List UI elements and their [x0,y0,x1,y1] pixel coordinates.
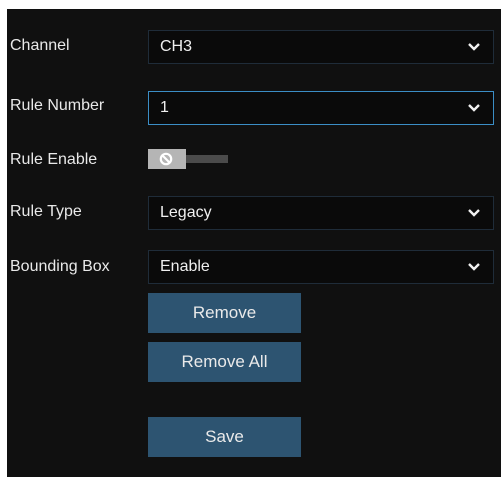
rule-type-value: Legacy [160,204,212,221]
chevron-down-icon [468,104,480,112]
toggle-track [182,155,228,163]
rule-number-value: 1 [160,99,169,116]
bounding-box-label: Bounding Box [10,258,110,275]
remove-all-button[interactable]: Remove All [148,342,301,382]
rule-enable-toggle[interactable] [148,149,230,169]
channel-value: CH3 [160,38,193,55]
bounding-box-select[interactable]: Enable [148,250,494,284]
chevron-down-icon [468,263,480,271]
rule-type-label: Rule Type [10,203,82,220]
channel-label: Channel [10,37,70,54]
channel-select[interactable]: CH3 [148,30,494,64]
save-button[interactable]: Save [148,417,301,457]
rule-number-select[interactable]: 1 [148,91,494,125]
disabled-circle-icon [159,152,173,166]
rule-type-select[interactable]: Legacy [148,196,494,230]
bounding-box-value: Enable [160,258,210,275]
remove-button[interactable]: Remove [148,293,301,333]
settings-panel: Channel CH3 Rule Number 1 Rule Enable Ru… [7,9,501,477]
toggle-knob [148,149,186,169]
chevron-down-icon [468,209,480,217]
chevron-down-icon [468,43,480,51]
rule-enable-label: Rule Enable [10,151,98,168]
rule-number-label: Rule Number [10,97,105,114]
